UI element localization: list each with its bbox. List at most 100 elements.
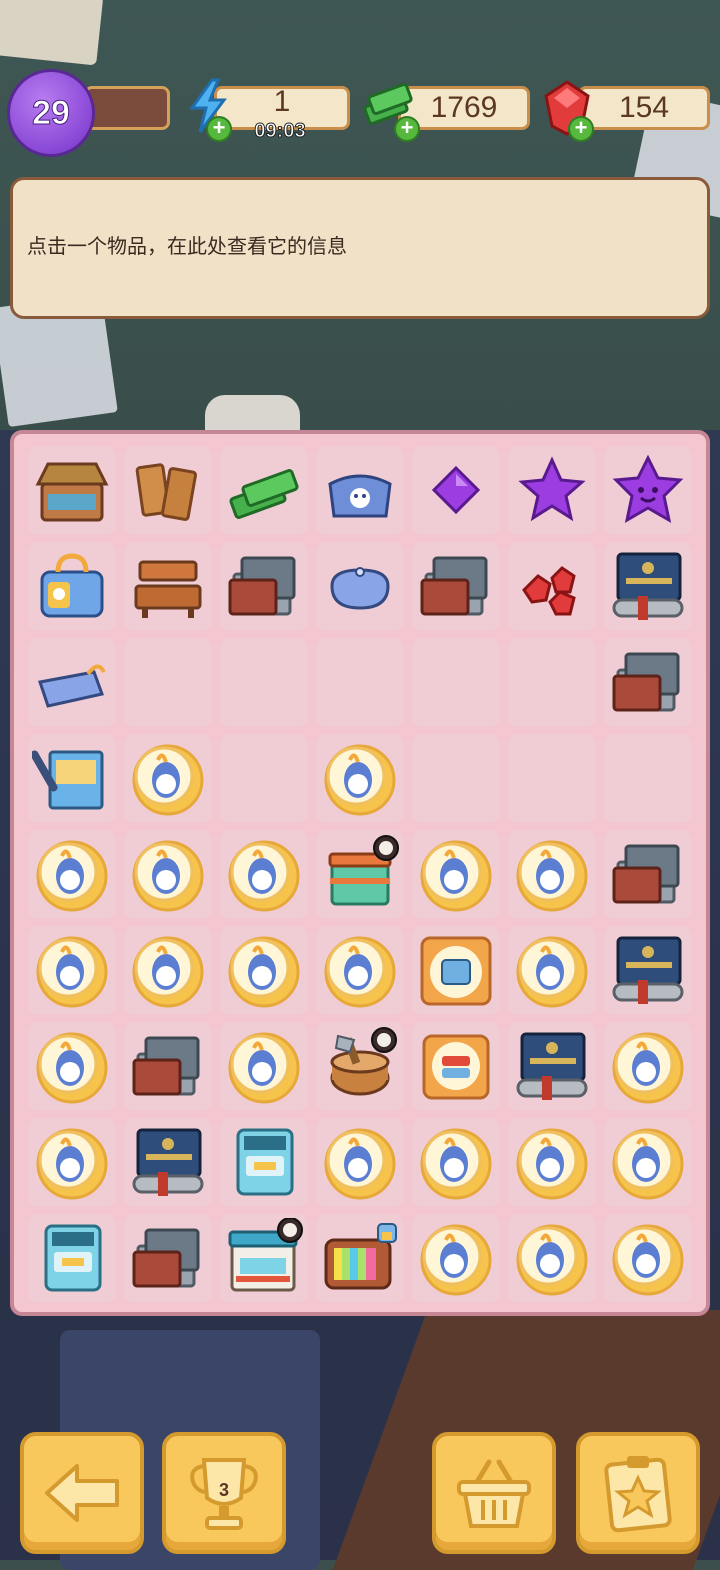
gold-bunny-token-icon[interactable] <box>416 834 496 914</box>
board-cell[interactable] <box>412 734 500 822</box>
board-cell[interactable] <box>28 1214 116 1302</box>
trophy-button[interactable]: 3 <box>162 1432 286 1554</box>
degree-certificate-icon[interactable] <box>608 930 688 1010</box>
board-cell[interactable] <box>124 1214 212 1302</box>
diploma-books-icon[interactable] <box>224 546 304 626</box>
gold-bunny-token-icon[interactable] <box>224 930 304 1010</box>
gem-counter[interactable]: 154 <box>578 86 710 130</box>
board-cell[interactable] <box>316 830 404 918</box>
board-cell[interactable] <box>412 638 500 726</box>
gold-bunny-token-icon[interactable] <box>416 1218 496 1298</box>
board-cell[interactable] <box>508 638 596 726</box>
cash-counter[interactable]: 1769 <box>398 86 530 130</box>
degree-certificate-icon[interactable] <box>608 546 688 626</box>
gold-bunny-token-icon[interactable] <box>320 738 400 818</box>
gold-bunny-token-icon[interactable] <box>512 1122 592 1202</box>
board-cell[interactable] <box>124 1022 212 1110</box>
gold-bunny-token-icon[interactable] <box>512 1218 592 1298</box>
back-button[interactable] <box>20 1432 144 1554</box>
board-cell[interactable] <box>604 926 692 1014</box>
board-cell[interactable] <box>508 926 596 1014</box>
degree-certificate-icon[interactable] <box>512 1026 592 1106</box>
gold-clothes-box-icon[interactable] <box>416 1026 496 1106</box>
board-cell[interactable] <box>508 830 596 918</box>
gold-bunny-token-icon[interactable] <box>224 834 304 914</box>
gold-bunny-token-icon[interactable] <box>128 738 208 818</box>
wooden-bench-icon[interactable] <box>128 546 208 626</box>
ruby-cluster-icon[interactable] <box>512 546 592 626</box>
retro-tv-lock-icon[interactable] <box>320 1218 400 1298</box>
stump-axe-timer-icon[interactable] <box>320 1026 400 1106</box>
tasks-button[interactable] <box>576 1432 700 1554</box>
board-cell[interactable] <box>124 542 212 630</box>
add-energy-button[interactable]: + <box>208 117 230 140</box>
gold-bunny-token-icon[interactable] <box>32 1026 112 1106</box>
board-cell[interactable] <box>412 1022 500 1110</box>
board-cell[interactable] <box>28 926 116 1014</box>
board-cell[interactable] <box>28 830 116 918</box>
gold-bunny-token-icon[interactable] <box>416 1122 496 1202</box>
board-cell[interactable] <box>604 542 692 630</box>
bunny-bag-icon[interactable] <box>32 546 112 626</box>
purple-star-icon[interactable] <box>512 450 592 530</box>
board-cell[interactable] <box>220 638 308 726</box>
board-cell[interactable] <box>412 542 500 630</box>
gold-bunny-token-icon[interactable] <box>128 834 208 914</box>
notebook-pen-icon[interactable] <box>32 738 112 818</box>
board-cell[interactable] <box>508 446 596 534</box>
cash-stack-icon[interactable] <box>224 450 304 530</box>
add-gems-button[interactable]: + <box>570 117 592 140</box>
gold-bunny-token-icon[interactable] <box>32 930 112 1010</box>
board-cell[interactable] <box>316 1118 404 1206</box>
board-cell[interactable] <box>28 542 116 630</box>
atm-machine-icon[interactable] <box>32 1218 112 1298</box>
board-cell[interactable] <box>220 1118 308 1206</box>
board-cell[interactable] <box>508 1214 596 1302</box>
gold-bunny-token-icon[interactable] <box>32 1122 112 1202</box>
board-cell[interactable] <box>316 542 404 630</box>
board-cell[interactable] <box>28 1118 116 1206</box>
board-cell[interactable] <box>28 1022 116 1110</box>
board-cell[interactable] <box>28 638 116 726</box>
board-cell[interactable] <box>28 446 116 534</box>
board-cell[interactable] <box>220 446 308 534</box>
board-cell[interactable] <box>412 926 500 1014</box>
board-cell[interactable] <box>508 1118 596 1206</box>
board-cell[interactable] <box>604 1214 692 1302</box>
gold-bunny-token-icon[interactable] <box>512 834 592 914</box>
board-cell[interactable] <box>604 638 692 726</box>
board-cell[interactable] <box>508 542 596 630</box>
board-cell[interactable] <box>124 638 212 726</box>
gold-jeans-box-icon[interactable] <box>416 930 496 1010</box>
diploma-books-icon[interactable] <box>416 546 496 626</box>
board-cell[interactable] <box>604 1022 692 1110</box>
diploma-books-icon[interactable] <box>608 642 688 722</box>
small-coin-purse-icon[interactable] <box>320 546 400 626</box>
diploma-books-icon[interactable] <box>128 1218 208 1298</box>
board-cell[interactable] <box>124 734 212 822</box>
board-cell[interactable] <box>124 1118 212 1206</box>
board-cell[interactable] <box>316 1022 404 1110</box>
board-cell[interactable] <box>604 1118 692 1206</box>
board-cell[interactable] <box>220 1022 308 1110</box>
blue-pouch-icon[interactable] <box>320 450 400 530</box>
board-cell[interactable] <box>316 638 404 726</box>
atm-machine-icon[interactable] <box>224 1122 304 1202</box>
purple-gem-icon[interactable] <box>416 450 496 530</box>
degree-certificate-icon[interactable] <box>128 1122 208 1202</box>
board-cell[interactable] <box>220 734 308 822</box>
blue-handbag-icon[interactable] <box>32 642 112 722</box>
gold-bunny-token-icon[interactable] <box>608 1218 688 1298</box>
board-cell[interactable] <box>220 830 308 918</box>
add-cash-button[interactable]: + <box>396 117 418 140</box>
board-cell[interactable] <box>316 734 404 822</box>
diploma-books-icon[interactable] <box>128 1026 208 1106</box>
board-cell[interactable] <box>412 830 500 918</box>
smiley-star-icon[interactable] <box>608 450 688 530</box>
gold-bunny-token-icon[interactable] <box>320 930 400 1010</box>
board-cell[interactable] <box>28 734 116 822</box>
diploma-books-icon[interactable] <box>608 834 688 914</box>
board-cell[interactable] <box>316 1214 404 1302</box>
gold-bunny-token-icon[interactable] <box>608 1122 688 1202</box>
gold-bunny-token-icon[interactable] <box>512 930 592 1010</box>
